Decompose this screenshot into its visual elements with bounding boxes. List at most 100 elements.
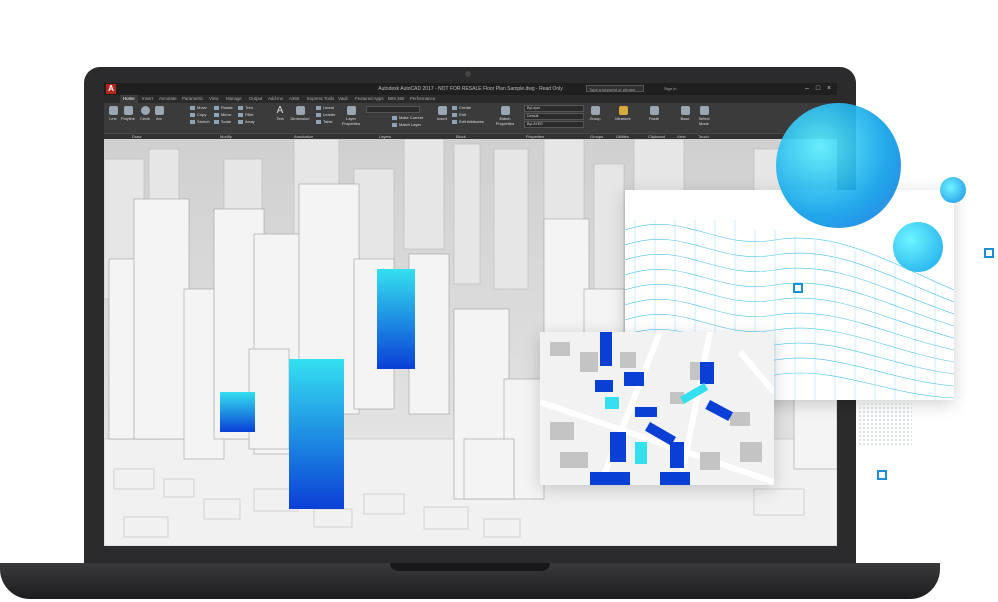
arc-label: Arc — [156, 116, 162, 121]
line-icon — [108, 106, 118, 115]
highlighted-building-small — [220, 392, 255, 432]
polyline-label: Polyline — [120, 116, 135, 121]
layer-properties-label: Layer Properties — [341, 116, 361, 126]
mirror-label: Mirror — [221, 112, 232, 117]
linetype-dropdown[interactable]: ByLAYER — [524, 121, 584, 128]
match-layer-icon — [392, 122, 397, 127]
decorative-square-icon — [877, 470, 887, 480]
table-button[interactable]: Table — [316, 119, 333, 125]
select-mode-button[interactable]: Select Mode — [696, 106, 712, 126]
create-icon — [452, 105, 457, 110]
minimize-icon[interactable]: – — [802, 83, 812, 95]
paste-icon — [649, 106, 659, 115]
polyline-button[interactable]: Polyline — [120, 106, 136, 121]
linear-icon — [316, 105, 321, 110]
edit-icon — [452, 112, 457, 117]
edit-block-button[interactable]: Edit — [452, 112, 466, 118]
stretch-button[interactable]: Stretch — [190, 119, 210, 125]
webcam — [465, 71, 471, 77]
laptop-hinge-notch — [390, 563, 550, 571]
tab-view[interactable]: View — [209, 95, 218, 103]
paste-button[interactable]: Paste — [647, 106, 661, 121]
sign-in-link[interactable]: Sign In — [664, 85, 676, 93]
tab-a360[interactable]: A360 — [289, 95, 299, 103]
tab-performance[interactable]: Performance — [410, 95, 435, 103]
base-button[interactable]: Base — [678, 106, 692, 121]
group-label: Group — [589, 116, 601, 121]
trim-icon — [238, 105, 243, 110]
tab-manage[interactable]: Manage — [226, 95, 242, 103]
insert-button[interactable]: Insert — [436, 106, 448, 121]
array-icon — [238, 119, 243, 124]
stretch-icon — [190, 119, 195, 124]
copy-button[interactable]: Copy — [190, 112, 206, 118]
tab-vault[interactable]: Vault — [338, 95, 348, 103]
layer-dropdown[interactable] — [366, 106, 420, 113]
tab-output[interactable]: Output — [249, 95, 262, 103]
tab-featured-apps[interactable]: Featured Apps — [355, 95, 384, 103]
tab-parametric[interactable]: Parametric — [182, 95, 203, 103]
dimension-button[interactable]: Dimension — [288, 106, 312, 121]
paste-label: Paste — [648, 116, 660, 121]
text-icon: A — [276, 105, 284, 116]
dimension-icon — [295, 106, 305, 115]
make-current-button[interactable]: Make Current — [392, 115, 423, 121]
select-mode-icon — [699, 106, 709, 115]
color-dropdown[interactable]: ByLayer — [524, 105, 584, 112]
rotate-button[interactable]: Rotate — [214, 105, 233, 111]
edit-attributes-label: Edit Attributes — [459, 119, 484, 124]
make-current-label: Make Current — [399, 115, 424, 120]
tab-express-tools[interactable]: Express Tools — [307, 95, 334, 103]
scale-button[interactable]: Scale — [214, 119, 231, 125]
arc-icon — [154, 106, 164, 115]
lineweight-dropdown[interactable]: Default — [524, 113, 584, 120]
fillet-label: Fillet — [245, 112, 254, 117]
site-plan-card — [540, 332, 774, 485]
tab-insert[interactable]: Insert — [142, 95, 153, 103]
match-layer-button[interactable]: Match Layer — [392, 122, 421, 128]
text-button[interactable]: A Text — [274, 105, 286, 122]
trim-button[interactable]: Trim — [238, 105, 253, 111]
circle-button[interactable]: Circle — [139, 106, 151, 121]
decorative-circle-medium — [893, 222, 943, 272]
text-label: Text — [276, 116, 284, 121]
scale-label: Scale — [221, 119, 232, 124]
edit-attributes-button[interactable]: Edit Attributes — [452, 119, 484, 125]
trim-label: Trim — [245, 105, 253, 110]
tab-bim-360[interactable]: BIM 360 — [388, 95, 404, 103]
select-mode-label: Select Mode — [698, 116, 710, 126]
leader-button[interactable]: Leader — [316, 112, 335, 118]
array-button[interactable]: Array — [238, 119, 255, 125]
tab-add-ins[interactable]: Add-ins — [268, 95, 283, 103]
group-button[interactable]: Group — [588, 106, 602, 121]
search-input[interactable]: Type a keyword or phrase — [586, 85, 644, 92]
layer-properties-icon — [346, 106, 356, 115]
match-properties-button[interactable]: Match Properties — [494, 106, 516, 126]
close-icon[interactable]: × — [824, 83, 834, 95]
measure-icon — [618, 106, 628, 115]
maximize-icon[interactable]: □ — [813, 83, 823, 95]
arc-button[interactable]: Arc — [154, 106, 164, 121]
decorative-square-icon — [793, 283, 803, 293]
mirror-icon — [214, 112, 219, 117]
decorative-dot-grid — [858, 402, 912, 446]
move-button[interactable]: Move — [190, 105, 207, 111]
group-icon — [590, 106, 600, 115]
circle-label: Circle — [139, 116, 151, 121]
create-block-button[interactable]: Create — [452, 105, 471, 111]
line-button[interactable]: Line — [107, 106, 119, 121]
polyline-icon — [123, 106, 133, 115]
tab-annotate[interactable]: Annotate — [159, 95, 177, 103]
decorative-circle-small — [940, 177, 966, 203]
rotate-label: Rotate — [221, 105, 233, 110]
move-icon — [190, 105, 195, 110]
match-properties-label: Match Properties — [495, 116, 515, 126]
fillet-button[interactable]: Fillet — [238, 112, 253, 118]
layer-properties-button[interactable]: Layer Properties — [340, 106, 362, 126]
measure-button[interactable]: Measure — [614, 106, 632, 121]
linear-button[interactable]: Linear — [316, 105, 334, 111]
rotate-icon — [214, 105, 219, 110]
stretch-label: Stretch — [197, 119, 210, 124]
mirror-button[interactable]: Mirror — [214, 112, 231, 118]
tab-home[interactable]: Home — [120, 95, 138, 103]
